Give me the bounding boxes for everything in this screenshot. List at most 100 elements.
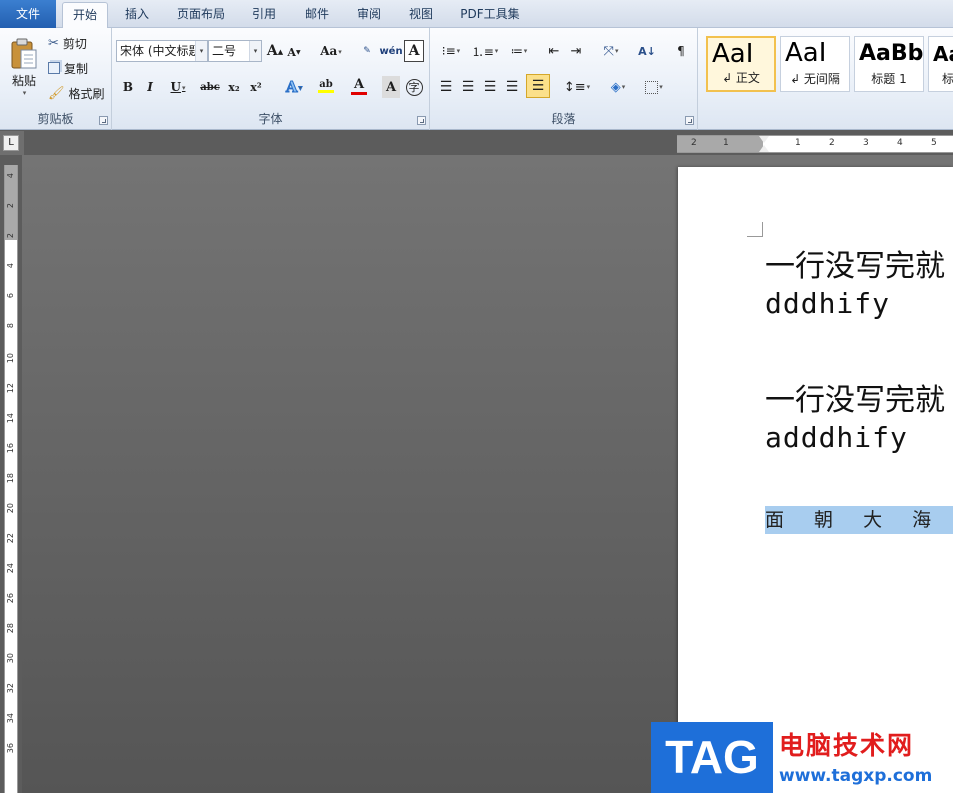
distributed-align-button[interactable]: ☰: [526, 74, 550, 98]
char-border-button[interactable]: A: [404, 40, 424, 62]
paste-label: 粘贴: [11, 73, 36, 88]
strikethrough-button[interactable]: abc: [198, 76, 222, 98]
clear-format-button[interactable]: ✎: [358, 41, 376, 61]
style-no-spacing-sample: AaI: [785, 38, 827, 68]
tab-view[interactable]: 视图: [398, 2, 444, 28]
ruler-number: 30: [6, 653, 15, 664]
font-launcher-icon[interactable]: [417, 116, 426, 125]
multilevel-list-button[interactable]: ≔ ▾: [504, 41, 534, 61]
tab-file[interactable]: 文件: [0, 0, 56, 28]
font-name-value: 宋体 (中文标题: [120, 44, 201, 58]
tab-pdf-tools[interactable]: PDF工具集: [452, 2, 528, 28]
underline-button[interactable]: U ▾: [164, 76, 192, 98]
margin-corner-mark: [747, 222, 763, 237]
italic-button[interactable]: I: [140, 76, 160, 98]
subscript-button[interactable]: x₂: [224, 76, 244, 98]
increase-indent-icon: ⇥: [570, 43, 582, 59]
numbering-button[interactable]: ⒈≡ ▾: [470, 41, 500, 61]
show-marks-button[interactable]: ¶: [672, 41, 690, 61]
phonetic-guide-button[interactable]: wén: [379, 40, 402, 62]
font-name-dropdown-icon[interactable]: ▾: [195, 41, 207, 61]
vertical-ruler[interactable]: 4 2 2 4 6 8 10 12 14 16 18 20 22 24 26 28 30 32 34 36: [4, 165, 18, 793]
increase-indent-button[interactable]: ⇥: [566, 41, 586, 61]
decrease-indent-button[interactable]: ⇤: [544, 41, 564, 61]
enclose-char-button[interactable]: 字: [404, 76, 424, 98]
style-normal-name: ↲ 正文: [722, 71, 760, 85]
align-center-button[interactable]: ☰: [458, 76, 478, 98]
tab-insert[interactable]: 插入: [114, 2, 160, 28]
tab-references[interactable]: 引用: [240, 2, 288, 28]
copy-button[interactable]: 复制: [48, 59, 88, 77]
bold-button[interactable]: B: [118, 76, 138, 98]
clipboard-group-label: 剪贴板: [37, 112, 74, 126]
bullets-button[interactable]: ⁝≡ ▾: [436, 41, 466, 61]
tab-mailings[interactable]: 邮件: [294, 2, 340, 28]
paste-button[interactable]: 粘贴 ▾: [4, 32, 44, 102]
tab-home[interactable]: 开始: [62, 2, 108, 29]
horizontal-ruler[interactable]: 2 1 1 2 3 4 5: [677, 135, 953, 153]
ribbon: 粘贴 ▾ ✂ 剪切 复制 🖌 格式刷 剪贴板 宋体 (中文标题 ▾ 二号 ▾ A…: [0, 28, 953, 130]
ruler-number: 3: [863, 138, 869, 148]
decrease-indent-icon: ⇤: [548, 43, 560, 59]
paragraph-launcher-icon[interactable]: [685, 116, 694, 125]
clipboard-launcher-icon[interactable]: [99, 116, 108, 125]
align-left-button[interactable]: ☰: [436, 76, 456, 98]
tab-selector-icon[interactable]: L: [3, 135, 19, 151]
shading-button[interactable]: ◈ ▾: [602, 76, 634, 98]
paste-dropdown-icon[interactable]: ▾: [23, 89, 27, 97]
justify-button[interactable]: ☰: [502, 76, 522, 98]
underline-icon: U: [170, 80, 181, 94]
line-spacing-button[interactable]: ↕≡ ▾: [562, 76, 592, 98]
chinese-layout-icon: ⤧: [603, 43, 614, 59]
hanging-indent-icon[interactable]: [759, 145, 769, 152]
doc-line-4[interactable]: adddhify: [765, 421, 908, 454]
doc-line-3[interactable]: 一行没写完就: [765, 375, 945, 419]
shrink-font-button[interactable]: A ▼: [286, 43, 302, 61]
style-heading-2[interactable]: Aa 标: [928, 36, 953, 92]
watermark-text-panel: 电脑技术网 www.tagxp.com: [773, 722, 953, 793]
style-heading-1[interactable]: AaBb 标题 1: [854, 36, 924, 92]
clipboard-group: 粘贴 ▾ ✂ 剪切 复制 🖌 格式刷 剪贴板: [0, 28, 112, 130]
borders-button[interactable]: ▾: [638, 76, 670, 98]
text-effects-button[interactable]: A ▾: [280, 76, 308, 98]
font-name-combo[interactable]: 宋体 (中文标题 ▾: [116, 40, 208, 62]
doc-line-1[interactable]: 一行没写完就: [765, 241, 945, 285]
style-normal[interactable]: AaI ↲ 正文: [706, 36, 776, 92]
ruler-number: 14: [6, 413, 15, 424]
ruler-number: 2: [691, 138, 697, 148]
align-right-button[interactable]: ☰: [480, 76, 500, 98]
cut-button[interactable]: ✂ 剪切: [48, 34, 87, 52]
style-no-spacing[interactable]: AaI ↲ 无间隔: [780, 36, 850, 92]
watermark-logo: TAG: [651, 722, 773, 793]
highlight-button[interactable]: ab: [310, 74, 342, 98]
sort-button[interactable]: A↓: [636, 41, 658, 61]
doc-line-2[interactable]: dddhify: [765, 287, 890, 320]
superscript-button[interactable]: x²: [246, 76, 266, 98]
tab-review[interactable]: 审阅: [346, 2, 392, 28]
paintbrush-icon: 🖌: [48, 85, 65, 101]
format-painter-label: 格式刷: [68, 86, 105, 101]
change-case-button[interactable]: Aa ▾: [316, 41, 346, 61]
document-page[interactable]: 一行没写完就 dddhify 一行没写完就 adddhify 面 朝 大 海: [678, 167, 953, 793]
font-color-button[interactable]: A: [344, 74, 374, 98]
style-heading-1-name: 标题 1: [871, 72, 907, 86]
char-shading-button[interactable]: A: [382, 76, 400, 98]
ruler-number: 12: [6, 383, 15, 394]
enclose-char-icon: 字: [405, 78, 423, 96]
ruler-number: 6: [6, 293, 15, 299]
ruler-number: 16: [6, 443, 15, 454]
grow-font-button[interactable]: A ▲: [266, 41, 284, 61]
font-group-label: 字体: [258, 112, 283, 126]
pilcrow-icon: ¶: [677, 44, 685, 58]
chinese-layout-button[interactable]: ⤧ ▾: [596, 41, 626, 61]
font-group: 宋体 (中文标题 ▾ 二号 ▾ A ▲ A ▼ Aa ▾ ✎ wén A B I U ▾…: [112, 28, 430, 130]
selected-text[interactable]: 面 朝 大 海: [765, 506, 953, 534]
style-heading-2-sample: Aa: [933, 42, 953, 66]
font-color-bar: [351, 92, 367, 95]
format-painter-button[interactable]: 🖌 格式刷: [48, 84, 105, 102]
tab-page-layout[interactable]: 页面布局: [168, 2, 234, 28]
ruler-number: 2: [829, 138, 835, 148]
first-line-indent-icon[interactable]: [759, 136, 769, 143]
font-size-combo[interactable]: 二号 ▾: [208, 40, 262, 62]
font-size-dropdown-icon[interactable]: ▾: [249, 41, 261, 61]
